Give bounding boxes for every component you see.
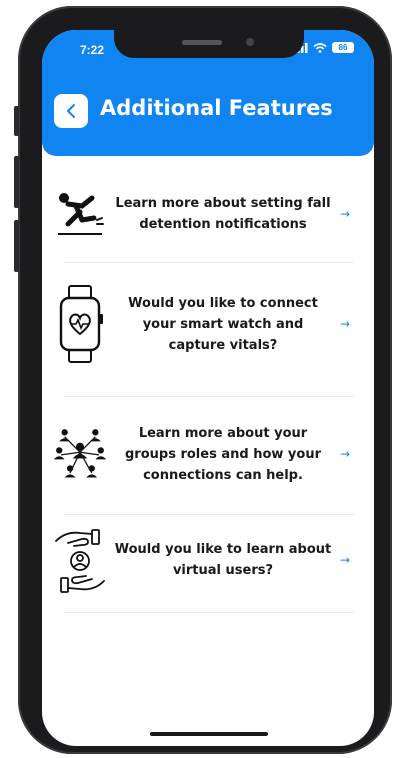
feature-smart-watch[interactable]: Would you like to connect your smart wat… [52, 285, 352, 363]
status-time: 7:22 [80, 43, 105, 57]
arrow-right-icon: → [339, 207, 351, 221]
volume-down-button [14, 220, 19, 272]
home-indicator[interactable] [150, 732, 268, 736]
feature-text: Would you like to learn about virtual us… [114, 542, 332, 578]
battery-icon: 86 [332, 42, 354, 53]
feature-virtual-users[interactable]: Would you like to learn about virtual us… [52, 526, 352, 594]
divider [64, 612, 354, 613]
volume-up-button [14, 156, 19, 208]
divider [64, 514, 354, 515]
feature-text: Learn more about your groups roles and h… [124, 425, 321, 483]
arrow-right-icon: → [339, 553, 351, 567]
divider [64, 396, 354, 397]
divider [64, 262, 354, 263]
falling-person-icon [52, 180, 108, 248]
group-network-icon [52, 420, 108, 488]
chevron-left-icon [67, 104, 75, 118]
feature-fall-detection[interactable]: Learn more about setting fall detention … [52, 180, 352, 248]
wifi-icon [313, 42, 327, 53]
page-title: Additional Features [100, 96, 333, 120]
speaker-grille [182, 40, 222, 45]
arrow-right-icon: → [339, 447, 351, 461]
mute-switch [14, 106, 19, 136]
feature-text: Would you like to connect your smart wat… [128, 295, 318, 353]
arrow-right-icon: → [339, 317, 351, 331]
feature-text: Learn more about setting fall detention … [115, 196, 331, 232]
back-button[interactable] [54, 94, 88, 128]
front-camera [246, 38, 254, 46]
device-notch [114, 30, 304, 58]
feature-groups-roles[interactable]: Learn more about your groups roles and h… [52, 420, 352, 488]
app-screen: 7:22 86 Additional Features Learn more a… [42, 30, 374, 746]
smartwatch-heart-icon [52, 285, 108, 363]
hands-user-icon [52, 526, 108, 594]
